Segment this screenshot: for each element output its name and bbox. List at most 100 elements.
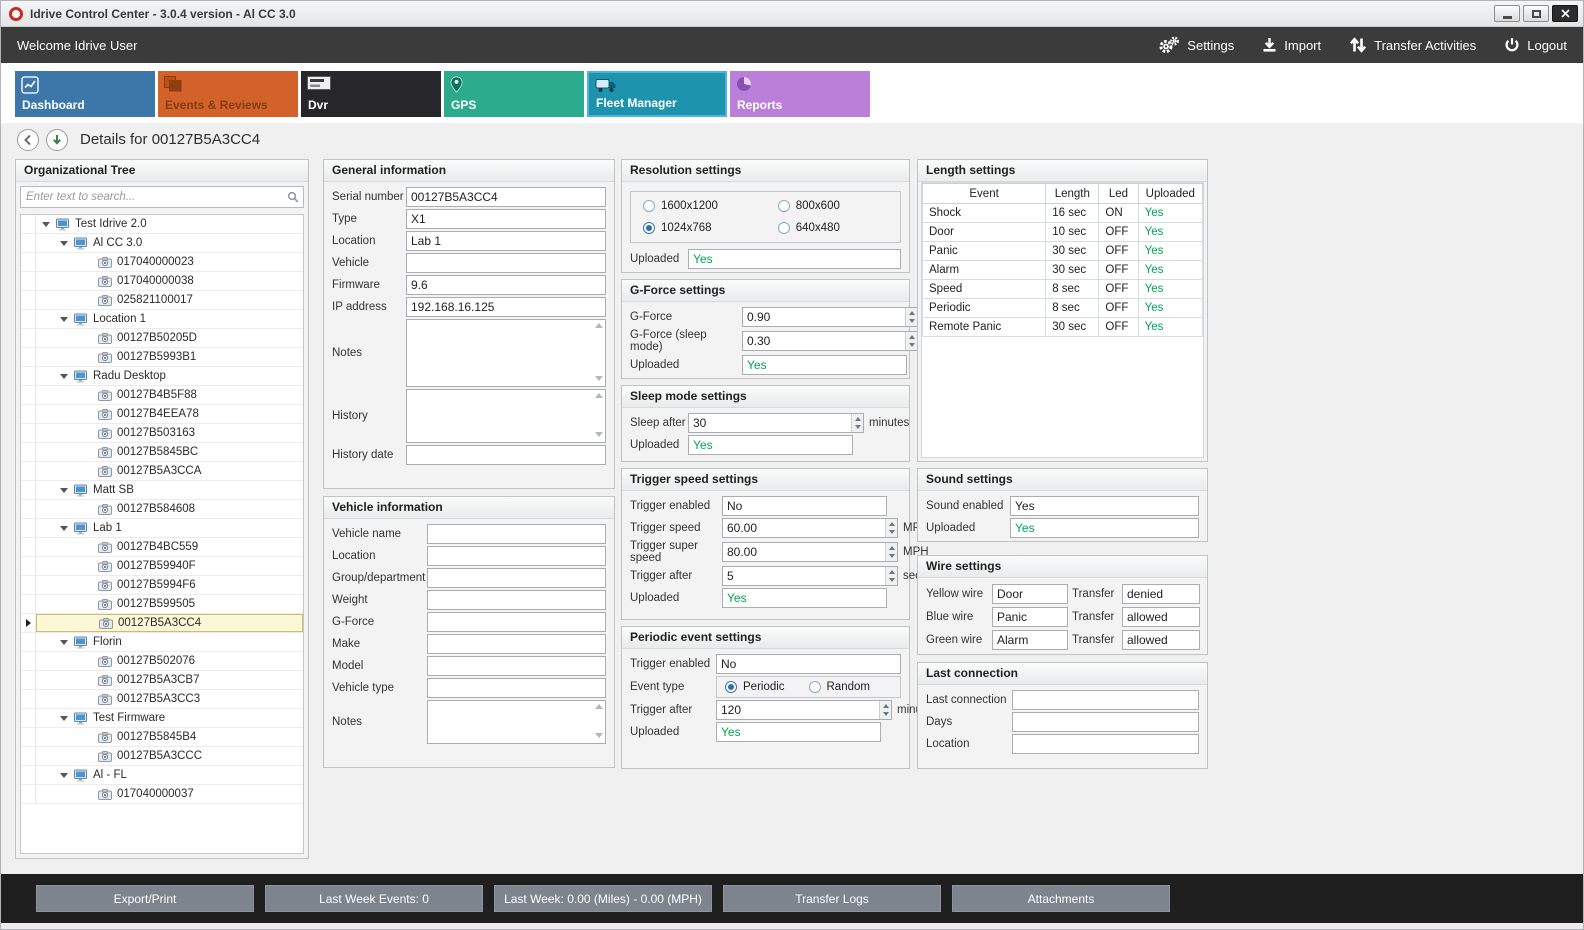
last-week-events-0-button[interactable]: Last Week Events: 0 (265, 885, 483, 912)
g-force-input[interactable] (427, 612, 606, 632)
tree-device-row[interactable]: 025821100017 (21, 291, 303, 310)
tree-device-row[interactable]: 017040000038 (21, 272, 303, 291)
length-table-row[interactable]: Shock16 secONYes (923, 204, 1203, 223)
trigger-speed-input[interactable] (722, 518, 898, 538)
tree-device-row[interactable]: 00127B5993B1 (21, 348, 303, 367)
vehicle-input[interactable] (406, 253, 606, 273)
expand-collapse-icon[interactable] (60, 241, 68, 246)
expand-collapse-icon[interactable] (42, 222, 50, 227)
scroll-down-icon[interactable] (595, 733, 603, 738)
tree-device-row[interactable]: 00127B59940F (21, 557, 303, 576)
tree-device-row[interactable]: 00127B5A3CB7 (21, 671, 303, 690)
last-week-0-00-miles-0-00-mph-button[interactable]: Last Week: 0.00 (Miles) - 0.00 (MPH) (494, 885, 712, 912)
expand-collapse-icon[interactable] (60, 773, 68, 778)
spinner-icon[interactable] (885, 543, 897, 561)
ip-address-input[interactable] (406, 297, 606, 317)
tab-fleet-manager[interactable]: Fleet Manager (587, 71, 727, 117)
close-button[interactable] (1552, 5, 1578, 22)
tab-dvr[interactable]: Dvr (301, 71, 441, 117)
tree-group-row[interactable]: Matt SB (21, 481, 303, 500)
tree-device-row[interactable]: 00127B4BC559 (21, 538, 303, 557)
days-input[interactable] (1012, 712, 1199, 732)
last-connection-input[interactable] (1012, 690, 1199, 710)
expand-collapse-icon[interactable] (60, 526, 68, 531)
tree-device-row[interactable]: 00127B4B5F88 (21, 386, 303, 405)
expand-collapse-icon[interactable] (60, 317, 68, 322)
g-force-input[interactable] (742, 307, 918, 327)
scroll-down-icon[interactable] (595, 376, 603, 381)
serial-number-input[interactable] (406, 187, 606, 207)
spinner-icon[interactable] (885, 519, 897, 537)
uploaded-input[interactable] (1010, 518, 1199, 538)
tree-group-row[interactable]: Lab 1 (21, 519, 303, 538)
model-input[interactable] (427, 656, 606, 676)
spinner-icon[interactable] (879, 701, 891, 719)
tree-group-row[interactable]: Radu Desktop (21, 367, 303, 386)
sound-enabled-input[interactable] (1010, 496, 1199, 516)
spinner-icon[interactable] (905, 332, 917, 350)
expand-collapse-icon[interactable] (60, 716, 68, 721)
tree-device-row[interactable]: 00127B50205D (21, 329, 303, 348)
settings-button[interactable]: Settings (1158, 36, 1234, 54)
tab-events-reviews[interactable]: Events & Reviews (158, 71, 298, 117)
scroll-up-icon[interactable] (595, 704, 603, 709)
type-input[interactable] (406, 209, 606, 229)
firmware-input[interactable] (406, 275, 606, 295)
attachments-button[interactable]: Attachments (952, 885, 1170, 912)
logout-button[interactable]: Logout (1504, 37, 1567, 53)
scroll-down-icon[interactable] (595, 432, 603, 437)
length-table-row[interactable]: Door10 secOFFYes (923, 223, 1203, 242)
uploaded-input[interactable] (716, 722, 881, 742)
uploaded-input[interactable] (742, 355, 907, 375)
group-department-input[interactable] (427, 568, 606, 588)
periodic-radio[interactable]: Periodic (725, 681, 809, 693)
tree-device-row[interactable]: 017040000037 (21, 785, 303, 804)
tree-group-row[interactable]: Test Firmware (21, 709, 303, 728)
expand-collapse-icon[interactable] (60, 374, 68, 379)
tree-group-row[interactable]: Location 1 (21, 310, 303, 329)
uploaded-input[interactable] (688, 249, 901, 269)
800x600-radio[interactable]: 800x600 (778, 200, 888, 212)
tree-group-row[interactable]: Test Idrive 2.0 (21, 215, 303, 234)
search-input[interactable] (20, 186, 304, 208)
uploaded-input[interactable] (688, 435, 853, 455)
transfer-activities-button[interactable]: Transfer Activities (1349, 37, 1476, 53)
trigger-enabled-input[interactable] (722, 496, 887, 516)
1024x768-radio[interactable]: 1024x768 (643, 222, 778, 234)
tree-device-row[interactable]: 00127B584608 (21, 500, 303, 519)
spinner-icon[interactable] (905, 308, 917, 326)
notes-textarea[interactable] (427, 700, 606, 744)
tree-device-row[interactable]: 00127B5A3CC4 (21, 614, 303, 633)
export-print-button[interactable]: Export/Print (36, 885, 254, 912)
tree-group-row[interactable]: Al - FL (21, 766, 303, 785)
back-button[interactable] (17, 129, 39, 151)
spinner-icon[interactable] (851, 414, 863, 432)
yellow-wire-transfer-input[interactable] (1122, 584, 1200, 604)
spinner-icon[interactable] (885, 567, 897, 585)
trigger-super-speed-input[interactable] (722, 542, 898, 562)
g-force-sleep-mode-input[interactable] (742, 331, 918, 351)
tab-reports[interactable]: Reports (730, 71, 870, 117)
tab-dashboard[interactable]: Dashboard (15, 71, 155, 117)
scroll-up-icon[interactable] (595, 393, 603, 398)
tree-device-row[interactable]: 00127B502076 (21, 652, 303, 671)
yellow-wire-input[interactable] (992, 584, 1068, 604)
weight-input[interactable] (427, 590, 606, 610)
vehicle-name-input[interactable] (427, 524, 606, 544)
location-input[interactable] (406, 231, 606, 251)
expand-collapse-icon[interactable] (60, 640, 68, 645)
blue-wire-input[interactable] (992, 607, 1068, 627)
location-input[interactable] (1012, 734, 1199, 754)
maximize-button[interactable] (1523, 5, 1549, 22)
length-table-row[interactable]: Periodic8 secOFFYes (923, 299, 1203, 318)
trigger-after-input[interactable] (722, 566, 898, 586)
tree-device-row[interactable]: 00127B5845B4 (21, 728, 303, 747)
vehicle-type-input[interactable] (427, 678, 606, 698)
tree-device-row[interactable]: 017040000023 (21, 253, 303, 272)
scroll-down-button[interactable] (46, 129, 68, 151)
tree-device-row[interactable]: 00127B4EEA78 (21, 405, 303, 424)
tree-device-row[interactable]: 00127B5A3CC3 (21, 690, 303, 709)
tree-group-row[interactable]: Al CC 3.0 (21, 234, 303, 253)
minimize-button[interactable] (1494, 5, 1520, 22)
green-wire-transfer-input[interactable] (1122, 630, 1200, 650)
